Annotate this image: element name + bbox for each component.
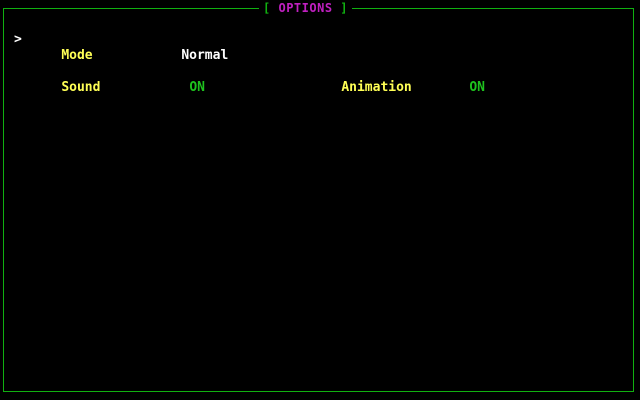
option-sound-value[interactable]: ON [158,64,205,95]
option-mode[interactable]: Mode [30,32,92,63]
title-close-bracket: ] [340,1,349,15]
option-animation[interactable]: Animation [310,64,411,95]
option-mode-value-text: Normal [181,48,229,63]
option-mode-label: Mode [61,48,93,63]
selection-cursor-icon: > [14,32,22,47]
option-sound-value-text: ON [189,80,205,95]
title-text: OPTIONS [278,1,333,15]
title-open-bracket: [ [263,1,271,15]
option-animation-label: Animation [341,80,412,95]
options-screen: [ OPTIONS ] > Mode Normal Sound ON Anima… [0,0,640,400]
option-sound-label: Sound [61,80,101,95]
option-sound[interactable]: Sound [30,64,100,95]
option-animation-value[interactable]: ON [438,64,485,95]
option-mode-value[interactable]: Normal [150,32,228,63]
option-animation-value-text: ON [469,80,485,95]
options-title: [ OPTIONS ] [259,0,353,16]
